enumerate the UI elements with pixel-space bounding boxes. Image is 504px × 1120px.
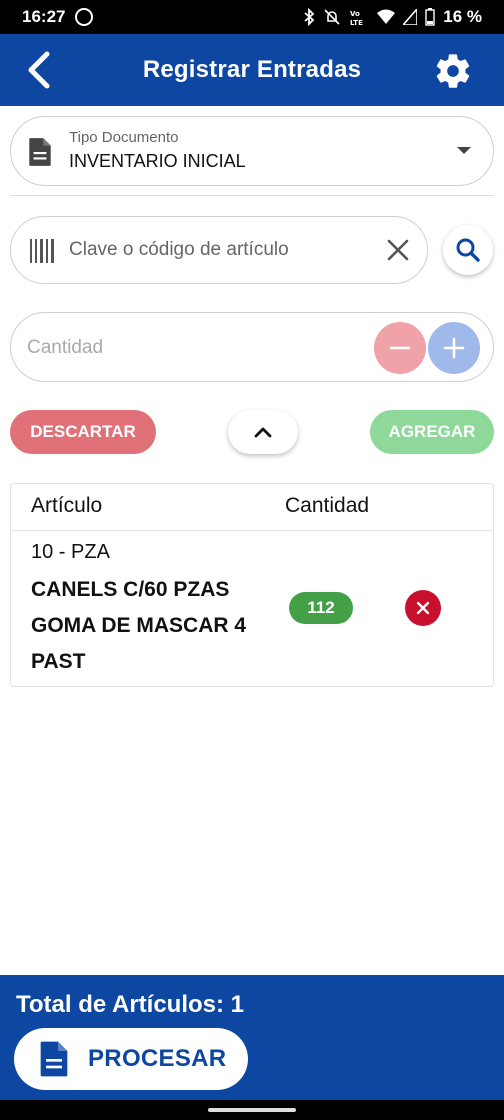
column-header-quantity: Cantidad xyxy=(285,494,370,517)
process-button-label: PROCESAR xyxy=(88,1045,227,1072)
minus-icon xyxy=(389,346,411,350)
article-search-field xyxy=(10,216,428,284)
barcode-icon xyxy=(30,239,54,263)
document-icon xyxy=(29,138,51,166)
row-article-description: CANELS C/60 PZAS GOMA DE MASCAR 4 PAST xyxy=(31,578,247,673)
increment-button[interactable] xyxy=(428,322,480,374)
document-icon xyxy=(40,1041,68,1077)
article-search-input[interactable] xyxy=(69,239,369,261)
decrement-button[interactable] xyxy=(374,322,426,374)
signal-icon xyxy=(403,9,418,25)
home-indicator[interactable] xyxy=(208,1108,296,1112)
app-bar: Registrar Entradas xyxy=(0,34,504,106)
close-icon xyxy=(416,601,430,615)
mute-icon xyxy=(324,9,340,25)
search-icon xyxy=(456,238,480,262)
column-header-article: Artículo xyxy=(31,494,103,517)
navigation-bar xyxy=(0,1100,504,1120)
wifi-icon xyxy=(377,9,396,24)
row-article-code: 10 - PZA xyxy=(31,541,110,563)
collapse-button[interactable] xyxy=(228,410,298,454)
add-button[interactable]: AGREGAR xyxy=(370,410,494,454)
gear-icon xyxy=(436,54,470,88)
document-type-select[interactable]: Tipo Documento INVENTARIO INICIAL xyxy=(10,116,494,186)
bluetooth-icon xyxy=(304,8,315,26)
plus-icon xyxy=(443,337,465,359)
close-icon xyxy=(387,239,409,261)
chevron-left-icon xyxy=(28,51,50,89)
battery-icon xyxy=(425,8,435,26)
document-type-value: INVENTARIO INICIAL xyxy=(69,151,246,171)
divider xyxy=(10,195,494,196)
quantity-input[interactable] xyxy=(27,337,327,359)
volte-icon: VoLTE xyxy=(350,10,363,26)
bottom-panel: Total de Artículos: 1 PROCESAR xyxy=(0,975,504,1100)
search-button[interactable] xyxy=(443,225,493,275)
settings-button[interactable] xyxy=(432,50,474,92)
status-bar: 16:27 Vo LTE 16 % xyxy=(0,0,504,34)
status-time: 16:27 xyxy=(22,7,66,26)
caret-down-icon xyxy=(457,147,471,154)
row-quantity-badge: 112 xyxy=(289,592,353,624)
back-button[interactable] xyxy=(18,48,58,92)
svg-text:LTE: LTE xyxy=(350,19,363,26)
clear-search-button[interactable] xyxy=(385,237,411,268)
document-type-label: Tipo Documento xyxy=(69,129,179,146)
chevron-up-icon xyxy=(254,427,272,438)
articles-table: Artículo Cantidad 10 - PZA CANELS C/60 P… xyxy=(10,483,494,687)
process-button[interactable]: PROCESAR xyxy=(14,1028,248,1090)
whatsapp-icon xyxy=(75,8,94,26)
total-articles: Total de Artículos: 1 xyxy=(16,991,245,1018)
table-divider xyxy=(11,530,493,531)
page-title: Registrar Entradas xyxy=(142,56,362,83)
battery-level: 16 % xyxy=(443,7,482,26)
svg-text:Vo: Vo xyxy=(350,10,360,18)
discard-button[interactable]: DESCARTAR xyxy=(10,410,156,454)
remove-row-button[interactable] xyxy=(405,590,441,626)
